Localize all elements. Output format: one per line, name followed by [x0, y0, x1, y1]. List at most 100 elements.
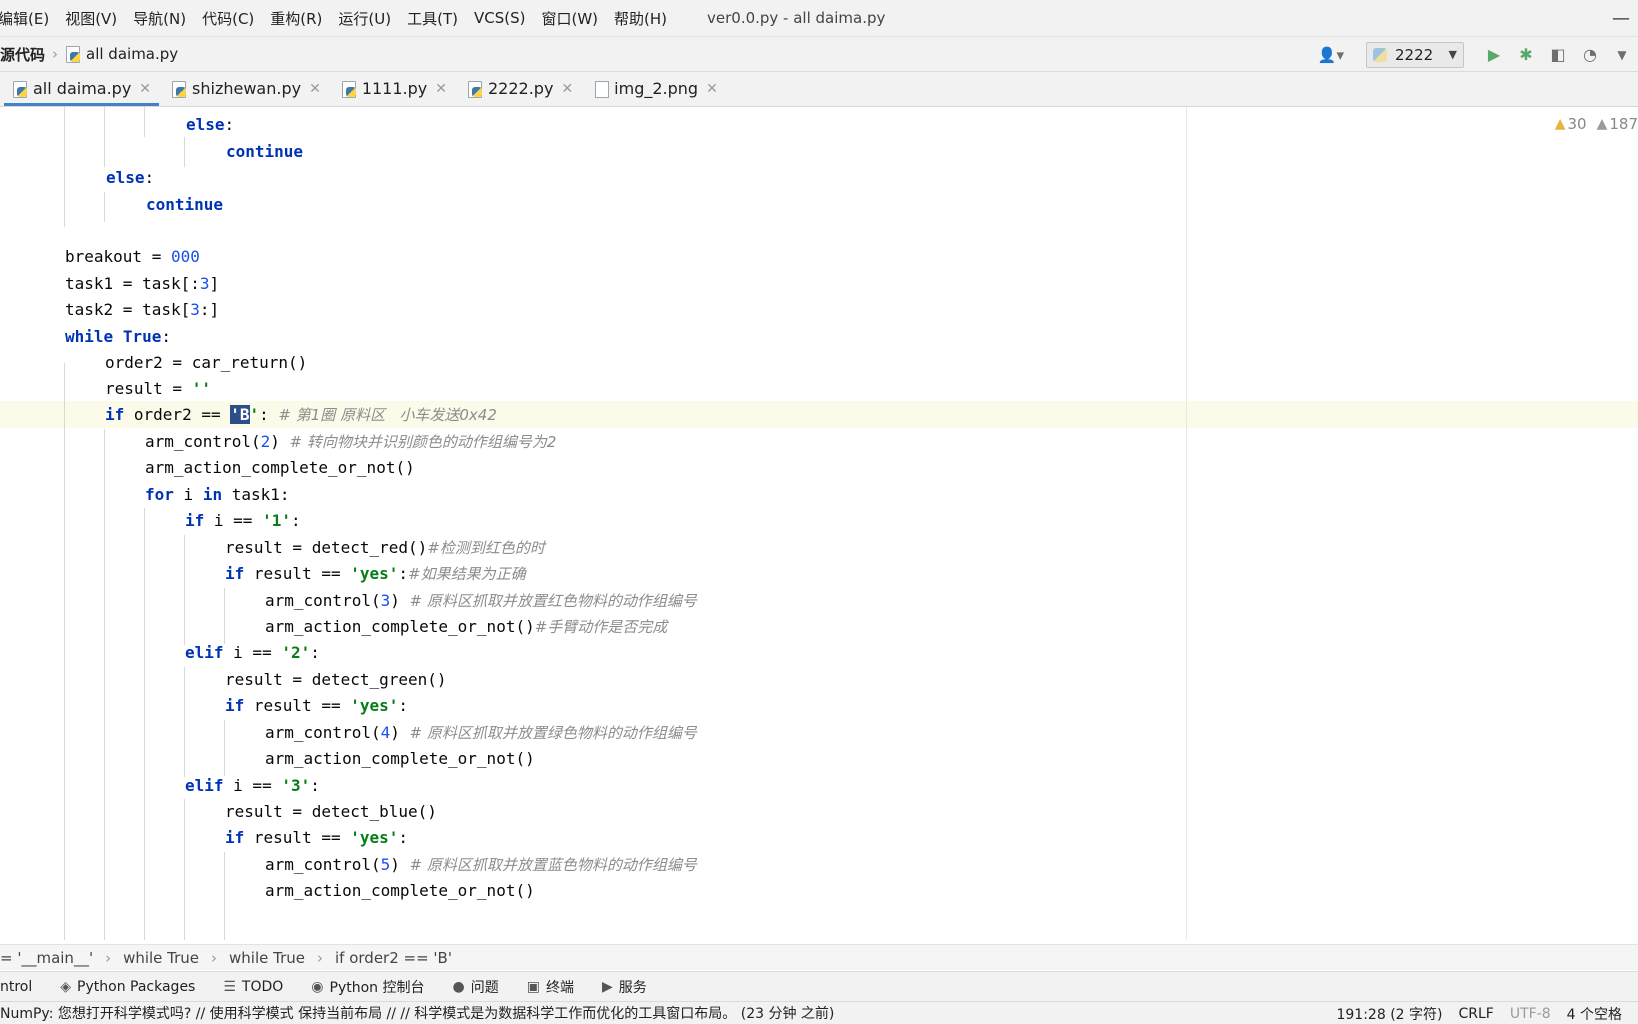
status-message[interactable]: NumPy: 您想打开科学模式吗? // 使用科学模式 保持当前布局 // //…	[0, 1003, 834, 1023]
keyword: in	[202, 485, 223, 504]
indent-setting[interactable]: 4 个空格	[1567, 1004, 1622, 1024]
code-text: i ==	[223, 776, 282, 795]
indent-guide	[104, 192, 105, 222]
line-separator[interactable]: CRLF	[1458, 1006, 1493, 1022]
comment: # 原料区抓取并放置蓝色物料的动作组编号	[409, 856, 697, 874]
code-text: arm_control(	[265, 591, 381, 610]
code-line: arm_control(4) # 原料区抓取并放置绿色物料的动作组编号	[265, 719, 697, 746]
code-line: elif i == '2':	[185, 639, 320, 666]
tab-shizhewan[interactable]: shizhewan.py ✕	[159, 71, 329, 106]
indent-guide	[224, 720, 225, 776]
tool-python-console[interactable]: ◉ Python 控制台	[311, 977, 424, 997]
breadcrumb-item[interactable]: = '__main__'	[0, 949, 93, 967]
chevron-right-icon: ›	[211, 948, 218, 967]
close-icon[interactable]: ✕	[435, 81, 447, 97]
code-text: task2 = task[	[65, 300, 191, 319]
code-text: )	[390, 723, 410, 742]
chevron-down-icon: ▼	[1448, 48, 1457, 61]
image-file-icon	[593, 80, 610, 98]
menu-vcs[interactable]: VCS(S)	[466, 9, 533, 27]
keyword: if	[225, 696, 245, 715]
layers-icon: ◈	[60, 978, 72, 995]
menu-code[interactable]: 代码(C)	[194, 8, 262, 29]
code-line: result = detect_red()#检测到红色的时	[225, 534, 545, 561]
tool-label: 服务	[618, 979, 647, 996]
number: 000	[170, 247, 200, 266]
punct: :	[398, 696, 409, 715]
code-text: )	[390, 591, 410, 610]
code-text: :]	[199, 300, 220, 319]
menu-view[interactable]: 视图(V)	[57, 8, 125, 29]
breadcrumb-item[interactable]: if order2 == 'B'	[335, 949, 452, 967]
caret-position[interactable]: 191:28 (2 字符)	[1336, 1004, 1442, 1024]
user-icon[interactable]: 👤▾	[1318, 46, 1344, 64]
string: 'yes'	[350, 696, 399, 715]
code-line: result = ''	[105, 375, 211, 402]
tab-1111[interactable]: 1111.py ✕	[329, 71, 455, 106]
close-icon[interactable]: ✕	[706, 81, 718, 97]
nav-file[interactable]: all daima.py	[65, 45, 178, 63]
run-icon[interactable]: ▶	[1478, 42, 1510, 68]
code-line: arm_control(3) # 原料区抓取并放置红色物料的动作组编号	[265, 587, 697, 614]
code-text: result ==	[244, 564, 351, 583]
code-line: arm_action_complete_or_not()	[145, 454, 415, 481]
code-text: breakout =	[65, 247, 171, 266]
tool-services[interactable]: ▶ 服务	[602, 977, 647, 997]
menu-tools[interactable]: 工具(T)	[399, 8, 466, 29]
tool-todo[interactable]: ☰ TODO	[223, 979, 283, 995]
code-text: arm_control(	[265, 855, 381, 874]
tab-2222[interactable]: 2222.py ✕	[455, 71, 581, 106]
tool-python-packages[interactable]: ◈ Python Packages	[60, 979, 195, 995]
menu-help[interactable]: 帮助(H)	[606, 8, 675, 29]
breadcrumb-item[interactable]: while True	[123, 949, 199, 967]
punct: :	[398, 564, 409, 583]
code-line: elif i == '3':	[185, 772, 320, 799]
keyword: else	[106, 168, 145, 187]
tool-label: Python Packages	[77, 978, 196, 995]
tool-terminal[interactable]: ▣ 终端	[527, 977, 574, 997]
python-file-icon	[341, 80, 357, 98]
indent-guide	[64, 363, 65, 940]
navigation-bar: 源代码 › all daima.py 👤▾ 2222 ▼ ▶ ✱ ◧ ◔ ▼	[0, 37, 1638, 72]
tool-label: 终端	[545, 979, 574, 996]
warning-count: 30	[1567, 115, 1587, 133]
profile-icon[interactable]: ◔	[1574, 42, 1606, 68]
close-icon[interactable]: ✕	[139, 81, 151, 97]
close-icon[interactable]: ✕	[309, 81, 321, 97]
code-line: for i in task1:	[145, 481, 290, 508]
indent-guide	[64, 107, 65, 227]
run-config-select[interactable]: 2222 ▼	[1366, 41, 1464, 68]
nav-root[interactable]: 源代码	[0, 44, 45, 65]
debug-icon[interactable]: ✱	[1510, 42, 1542, 68]
indent-guide	[144, 107, 145, 137]
minimize-button[interactable]: —	[1612, 8, 1630, 29]
string: 'yes'	[350, 564, 399, 583]
python-file-icon	[65, 46, 81, 63]
code-editor[interactable]: ▲ 30 ▲ 187 else: continue else: continue…	[0, 107, 1638, 940]
menu-window[interactable]: 窗口(W)	[533, 8, 606, 29]
python-file-icon	[171, 80, 187, 98]
punct: :	[161, 327, 171, 346]
menu-refactor[interactable]: 重构(R)	[262, 8, 330, 29]
tool-label: Python 控制台	[329, 979, 425, 996]
coverage-icon[interactable]: ◧	[1542, 42, 1574, 68]
tool-problems[interactable]: ● 问题	[453, 977, 499, 997]
tool-window-bar: ntrol ◈ Python Packages ☰ TODO ◉ Python 控制台…	[0, 971, 1638, 1001]
code-text: result ==	[244, 828, 351, 847]
menu-run[interactable]: 运行(U)	[330, 8, 399, 29]
code-line-current: if order2 == 'B': # 第1圈 原料区 小车发送0x42	[105, 401, 497, 428]
number: 3	[199, 274, 210, 293]
menu-edit[interactable]: 编辑(E)	[0, 8, 57, 29]
close-icon[interactable]: ✕	[561, 81, 573, 97]
file-encoding[interactable]: UTF-8	[1510, 1006, 1551, 1022]
tab-all-daima[interactable]: all daima.py ✕	[0, 71, 160, 106]
inspection-widget[interactable]: ▲ 30 ▲ 187	[1555, 115, 1638, 133]
tab-label: 2222.py	[487, 79, 554, 98]
tool-version-control[interactable]: ntrol	[0, 979, 32, 995]
tab-label: all daima.py	[33, 79, 132, 98]
tab-img-2[interactable]: img_2.png ✕	[581, 71, 726, 106]
more-icon[interactable]: ▼	[1606, 42, 1638, 68]
breadcrumb-item[interactable]: while True	[229, 949, 305, 967]
menu-navigate[interactable]: 导航(N)	[125, 8, 194, 29]
string: '3'	[281, 776, 311, 795]
